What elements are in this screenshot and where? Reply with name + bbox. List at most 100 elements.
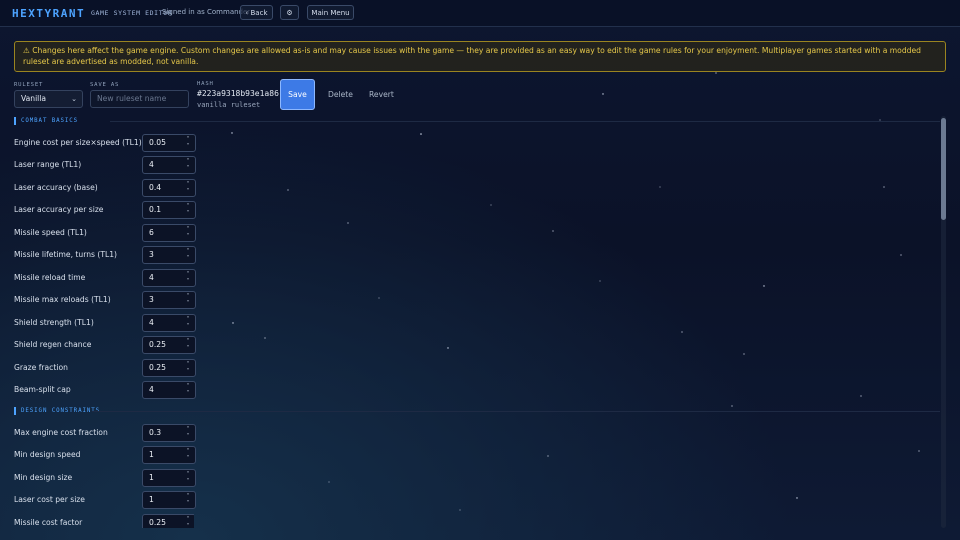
- param-input[interactable]: 4 ˄ ˅: [142, 156, 196, 174]
- param-row: Min design speed 1 ˄ ˅: [14, 446, 196, 464]
- param-value: 1: [149, 473, 154, 482]
- param-row: Missile lifetime, turns (TL1) 3 ˄ ˅: [14, 246, 196, 264]
- delete-button[interactable]: Delete: [328, 90, 353, 99]
- param-input[interactable]: 0.1 ˄ ˅: [142, 201, 196, 219]
- param-row: Missile reload time 4 ˄ ˅: [14, 269, 196, 287]
- param-row: Min design size 1 ˄ ˅: [14, 469, 196, 487]
- param-label: Missile max reloads (TL1): [14, 295, 111, 304]
- param-row: Laser accuracy per size 0.1 ˄ ˅: [14, 201, 196, 219]
- param-input[interactable]: 1 ˄ ˅: [142, 491, 196, 509]
- param-row: Beam-split cap 4 ˄ ˅: [14, 381, 196, 399]
- param-row: Laser range (TL1) 4 ˄ ˅: [14, 156, 196, 174]
- param-label: Min design size: [14, 473, 73, 482]
- settings-icon[interactable]: ⚙: [280, 5, 299, 20]
- stepper-icon[interactable]: ˄ ˅: [185, 471, 191, 485]
- param-value: 0.1: [149, 205, 162, 214]
- param-input[interactable]: 1 ˄ ˅: [142, 446, 196, 464]
- param-row: Missile cost factor 0.25 ˄ ˅: [14, 514, 194, 528]
- save-button[interactable]: Save: [280, 79, 315, 110]
- param-value: 1: [149, 495, 154, 504]
- param-value: 3: [149, 250, 154, 259]
- scrollbar-thumb[interactable]: [941, 118, 946, 220]
- stepper-icon[interactable]: ˄ ˅: [185, 361, 191, 375]
- param-label: Beam-split cap: [14, 385, 71, 394]
- param-row: Shield regen chance 0.25 ˄ ˅: [14, 336, 196, 354]
- app-logo: HEXTYRANT: [12, 7, 86, 20]
- hash-value: #223a9318b93e1a86: [197, 89, 279, 98]
- param-input[interactable]: 0.4 ˄ ˅: [142, 179, 196, 197]
- param-label: Shield regen chance: [14, 340, 92, 349]
- stepper-icon[interactable]: ˄ ˅: [185, 493, 191, 507]
- scrollbar[interactable]: [941, 116, 946, 528]
- revert-button[interactable]: Revert: [369, 90, 394, 99]
- signed-in-status: Signed in as Commander: [162, 8, 251, 16]
- param-label: Missile reload time: [14, 273, 86, 282]
- stepper-icon[interactable]: ˄ ˅: [185, 226, 191, 240]
- hash-subtitle: vanilla ruleset: [197, 101, 261, 109]
- param-value: 4: [149, 273, 154, 282]
- section-divider: [92, 411, 940, 412]
- param-input[interactable]: 1 ˄ ˅: [142, 469, 196, 487]
- param-value: 1: [149, 450, 154, 459]
- param-label: Missile lifetime, turns (TL1): [14, 250, 118, 259]
- stepper-icon[interactable]: ˄ ˅: [185, 158, 191, 172]
- stepper-icon[interactable]: ˄ ˅: [185, 248, 191, 262]
- param-row: Laser cost per size 1 ˄ ˅: [14, 491, 196, 509]
- stepper-icon[interactable]: ˄ ˅: [185, 271, 191, 285]
- param-row: Engine cost per size×speed (TL1) 0.05 ˄ ˅: [14, 134, 196, 152]
- section-divider: [110, 121, 940, 122]
- back-button[interactable]: ‹ Back: [240, 5, 273, 20]
- section-title: DESIGN CONSTRAINTS: [21, 408, 101, 414]
- hash-label: HASH: [197, 81, 214, 87]
- param-value: 0.05: [149, 138, 166, 147]
- param-value: 0.25: [149, 363, 166, 372]
- main-menu-button[interactable]: Main Menu: [307, 5, 354, 20]
- stepper-icon[interactable]: ˄ ˅: [185, 316, 191, 330]
- stepper-icon[interactable]: ˄ ˅: [185, 516, 191, 528]
- param-input[interactable]: 4 ˄ ˅: [142, 381, 196, 399]
- param-input[interactable]: 0.05 ˄ ˅: [142, 134, 196, 152]
- param-input[interactable]: 0.25 ˄ ˅: [142, 336, 196, 354]
- param-input[interactable]: 3 ˄ ˅: [142, 246, 196, 264]
- param-label: Missile cost factor: [14, 518, 83, 527]
- param-input[interactable]: 6 ˄ ˅: [142, 224, 196, 242]
- param-value: 0.25: [149, 340, 166, 349]
- section-combat-basics: COMBAT BASICS: [14, 117, 940, 127]
- section-accent-bar: [14, 407, 16, 415]
- ruleset-label: RULESET: [14, 82, 44, 88]
- param-row: Shield strength (TL1) 4 ˄ ˅: [14, 314, 196, 332]
- param-label: Engine cost per size×speed (TL1): [14, 138, 142, 147]
- param-value: 4: [149, 160, 154, 169]
- param-input[interactable]: 0.25 ˄ ˅: [142, 359, 196, 377]
- param-input[interactable]: 4 ˄ ˅: [142, 314, 196, 332]
- stepper-icon[interactable]: ˄ ˅: [185, 136, 191, 150]
- stepper-icon[interactable]: ˄ ˅: [185, 426, 191, 440]
- section-design-constraints: DESIGN CONSTRAINTS: [14, 407, 940, 417]
- stepper-icon[interactable]: ˄ ˅: [185, 203, 191, 217]
- param-input[interactable]: 0.3 ˄ ˅: [142, 424, 196, 442]
- param-input[interactable]: 0.25 ˄ ˅: [142, 514, 194, 528]
- warning-banner: ⚠ Changes here affect the game engine. C…: [14, 41, 946, 72]
- param-value: 4: [149, 385, 154, 394]
- chevron-down-icon: ⌄: [71, 95, 77, 103]
- param-value: 3: [149, 295, 154, 304]
- param-row: Max engine cost fraction 0.3 ˄ ˅: [14, 424, 196, 442]
- stepper-icon[interactable]: ˄ ˅: [185, 448, 191, 462]
- param-label: Missile speed (TL1): [14, 228, 87, 237]
- ruleset-select-value: Vanilla: [21, 94, 47, 103]
- save-as-label: SAVE AS: [90, 82, 120, 88]
- param-label: Graze fraction: [14, 363, 68, 372]
- param-label: Laser cost per size: [14, 495, 85, 504]
- ruleset-select[interactable]: Vanilla ⌄: [14, 90, 83, 108]
- stepper-icon[interactable]: ˄ ˅: [185, 181, 191, 195]
- param-row: Laser accuracy (base) 0.4 ˄ ˅: [14, 179, 196, 197]
- save-as-input[interactable]: New ruleset name: [90, 90, 189, 108]
- section-accent-bar: [14, 117, 16, 125]
- param-input[interactable]: 3 ˄ ˅: [142, 291, 196, 309]
- stepper-icon[interactable]: ˄ ˅: [185, 293, 191, 307]
- param-input[interactable]: 4 ˄ ˅: [142, 269, 196, 287]
- stepper-icon[interactable]: ˄ ˅: [185, 383, 191, 397]
- app-subtitle: GAME SYSTEM EDITOR: [91, 9, 173, 17]
- section-title: COMBAT BASICS: [21, 118, 79, 124]
- stepper-icon[interactable]: ˄ ˅: [185, 338, 191, 352]
